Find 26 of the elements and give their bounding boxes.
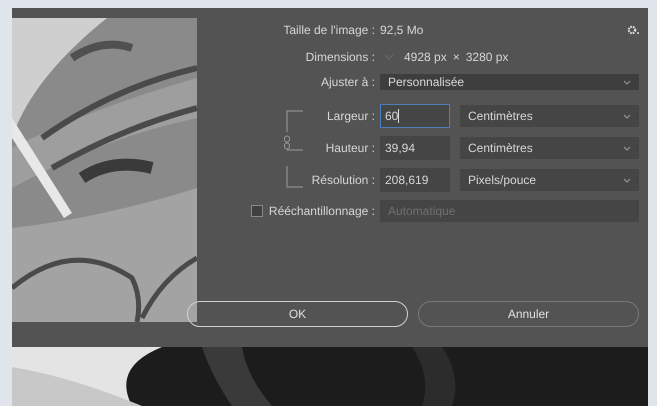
dimensions-width: 4928 px	[404, 49, 447, 66]
field-label: Largeur :	[326, 108, 376, 125]
field-label: Résolution :	[310, 172, 376, 189]
times-sign: ×	[452, 49, 460, 66]
number-field[interactable]: 208,619	[380, 168, 450, 192]
dialog-button[interactable]: OK	[187, 301, 408, 327]
chevron-down-icon	[623, 114, 631, 118]
chevron-down-icon	[623, 146, 631, 150]
chevron-down-icon	[623, 80, 631, 84]
number-field[interactable]: 60	[380, 104, 450, 128]
image-size-value: 92,5 Mo	[380, 22, 424, 39]
chain-link-icon[interactable]	[283, 110, 305, 190]
field-label: Hauteur :	[324, 140, 376, 157]
fit-to-label: Ajuster à :	[320, 74, 376, 91]
dimensions-label: Dimensions :	[304, 49, 376, 66]
number-field[interactable]: 39,94	[380, 136, 450, 160]
resample-label: Rééchantillonnage :	[268, 203, 375, 220]
fit-to-dropdown[interactable]: Personnalisée	[380, 74, 639, 90]
dropdown[interactable]: Pixels/pouce	[460, 169, 639, 191]
dropdown[interactable]: Centimètres	[460, 105, 639, 127]
image-size-label: Taille de l'image :	[282, 22, 376, 39]
chevron-down-icon	[623, 178, 631, 182]
dimensions-height: 3280 px	[466, 49, 508, 66]
dropdown[interactable]: Centimètres	[460, 137, 639, 159]
settings-icon[interactable]	[627, 25, 639, 35]
dialog-button[interactable]: Annuler	[418, 301, 639, 327]
